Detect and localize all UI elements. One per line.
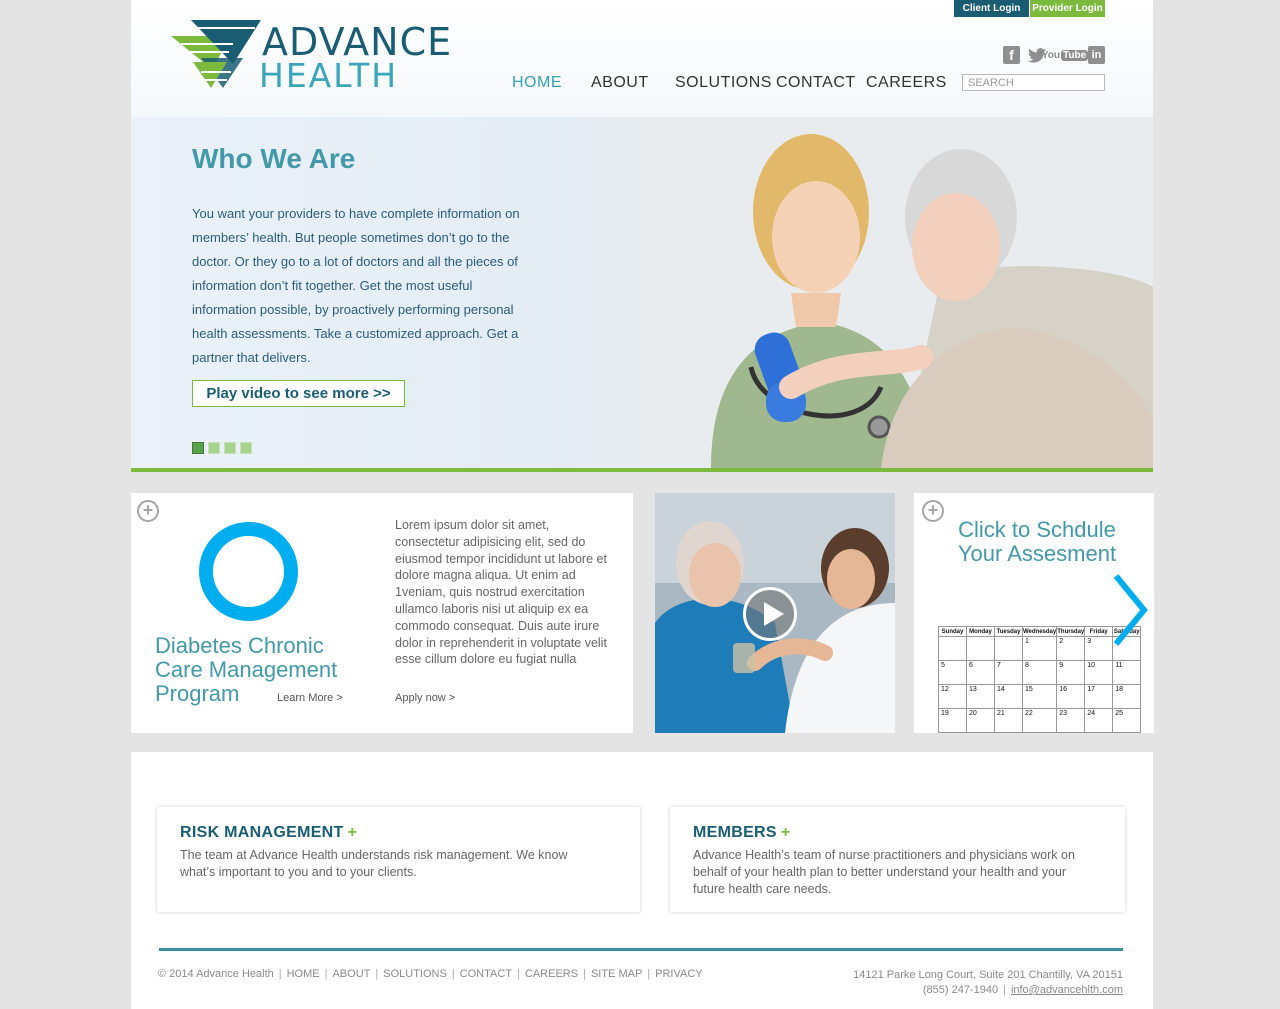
calendar-cell[interactable]: 9 bbox=[1056, 660, 1086, 685]
members-heading[interactable]: MEMBERS + bbox=[693, 824, 791, 842]
nav-solutions[interactable]: SOLUTIONS bbox=[675, 74, 772, 92]
calendar-cell[interactable]: 22 bbox=[1021, 708, 1058, 733]
provider-login-button[interactable]: Provider Login bbox=[1030, 0, 1105, 17]
facebook-icon[interactable]: f bbox=[1003, 46, 1020, 64]
hero-divider bbox=[131, 468, 1153, 472]
schedule-title[interactable]: Click to Schdule Your Assesment bbox=[950, 518, 1124, 566]
logo-mark[interactable] bbox=[171, 18, 261, 92]
calendar-cell[interactable] bbox=[994, 636, 1023, 661]
calendar-cell[interactable]: 24 bbox=[1084, 708, 1114, 733]
members-box[interactable]: MEMBERS + Advance Health’s team of nurse … bbox=[670, 807, 1125, 912]
client-login-button[interactable]: Client Login bbox=[954, 0, 1029, 17]
play-video-button[interactable]: Play video to see more >> bbox=[192, 380, 405, 407]
play-icon[interactable] bbox=[743, 587, 797, 641]
hero-photo bbox=[561, 117, 1153, 468]
calendar-cell[interactable]: 18 bbox=[1112, 684, 1142, 709]
copyright: © 2014 Advance Health bbox=[158, 968, 274, 980]
calendar-day-header: Wednesday bbox=[1021, 626, 1058, 637]
risk-text: The team at Advance Health understands r… bbox=[180, 848, 568, 879]
footer-link-privacy[interactable]: PRIVACY bbox=[655, 968, 702, 980]
slide-dot-4[interactable] bbox=[240, 442, 252, 454]
diabetes-ring-icon bbox=[199, 522, 298, 621]
calendar-cell[interactable]: 7 bbox=[994, 660, 1023, 685]
separator: | bbox=[375, 968, 379, 980]
separator: | bbox=[517, 968, 520, 980]
apply-now-link[interactable]: Apply now > bbox=[395, 692, 455, 704]
expand-plus-icon[interactable]: + bbox=[137, 500, 159, 522]
learn-more-link[interactable]: Learn More > bbox=[277, 692, 343, 704]
calendar-cell[interactable]: 17 bbox=[1084, 684, 1114, 709]
separator: | bbox=[451, 968, 455, 980]
contact-line: (855) 247-1940 | info@advancehlth.com bbox=[853, 983, 1123, 998]
slide-dot-1[interactable] bbox=[192, 442, 204, 454]
members-title: MEMBERS bbox=[693, 824, 777, 841]
risk-title: RISK MANAGEMENT bbox=[180, 824, 344, 841]
calendar-day-header: Sunday bbox=[938, 626, 967, 637]
separator: | bbox=[647, 968, 651, 980]
footer-links: © 2014 Advance Health | HOME | ABOUT | S… bbox=[158, 968, 703, 980]
separator: | bbox=[1003, 984, 1006, 996]
calendar-day-header: Tuesday bbox=[994, 626, 1023, 637]
slide-dot-3[interactable] bbox=[224, 442, 236, 454]
plus-icon: + bbox=[347, 824, 358, 841]
calendar-cell[interactable]: 12 bbox=[938, 684, 967, 709]
linkedin-icon[interactable]: in bbox=[1088, 46, 1105, 64]
footer-contact: 14121 Parke Long Court, Suite 201 Chanti… bbox=[853, 968, 1123, 998]
hero-title: Who We Are bbox=[192, 143, 356, 174]
hero-text: You want your providers to have complete… bbox=[192, 206, 520, 365]
youtube-you: You bbox=[1041, 49, 1060, 61]
calendar-cell[interactable] bbox=[938, 636, 967, 661]
calendar-cell[interactable]: 2 bbox=[1056, 636, 1086, 661]
calendar-cell[interactable]: 16 bbox=[1056, 684, 1086, 709]
address: 14121 Parke Long Court, Suite 201 Chanti… bbox=[853, 969, 1123, 981]
risk-management-heading[interactable]: RISK MANAGEMENT + bbox=[180, 824, 357, 842]
calendar-cell[interactable]: 10 bbox=[1084, 660, 1114, 685]
calendar-day-header: Thursday bbox=[1056, 626, 1086, 637]
footer-link-solutions[interactable]: SOLUTIONS bbox=[383, 968, 447, 980]
calendar-cell[interactable]: 11 bbox=[1112, 660, 1142, 685]
calendar-cell[interactable]: 15 bbox=[1021, 684, 1058, 709]
nav-contact[interactable]: CONTACT bbox=[776, 74, 856, 92]
footer-link-about[interactable]: ABOUT bbox=[332, 968, 370, 980]
calendar-cell[interactable]: 25 bbox=[1112, 708, 1142, 733]
phone: (855) 247-1940 bbox=[922, 984, 999, 996]
footer-link-sitemap[interactable]: SITE MAP bbox=[591, 968, 642, 980]
calendar-cell[interactable]: 21 bbox=[994, 708, 1023, 733]
calendar-cell[interactable]: 23 bbox=[1056, 708, 1086, 733]
email-link[interactable]: info@advancehlth.com bbox=[1011, 984, 1123, 996]
calendar-cell[interactable]: 6 bbox=[966, 660, 995, 685]
nav-careers[interactable]: CAREERS bbox=[866, 74, 947, 92]
calendar-cell[interactable]: 1 bbox=[1021, 636, 1058, 661]
separator: | bbox=[324, 968, 328, 980]
footer-link-contact[interactable]: CONTACT bbox=[460, 968, 512, 980]
expand-plus-icon[interactable]: + bbox=[922, 500, 944, 522]
calendar-cell[interactable]: 20 bbox=[966, 708, 995, 733]
separator: | bbox=[278, 968, 282, 980]
calendar-cell[interactable]: 19 bbox=[938, 708, 967, 733]
footer-divider bbox=[159, 948, 1123, 951]
footer-link-home[interactable]: HOME bbox=[287, 968, 320, 980]
diabetes-body: Lorem ipsum dolor sit amet, consectetur … bbox=[395, 518, 607, 667]
youtube-icon[interactable]: You Tube bbox=[1042, 46, 1089, 64]
plus-icon: + bbox=[780, 824, 791, 841]
youtube-tube: Tube bbox=[1061, 49, 1089, 61]
slide-dot-2[interactable] bbox=[208, 442, 220, 454]
risk-management-box[interactable]: RISK MANAGEMENT + The team at Advance Hea… bbox=[157, 807, 640, 912]
nav-about[interactable]: ABOUT bbox=[591, 74, 649, 92]
calendar-cell[interactable] bbox=[966, 636, 995, 661]
calendar-cell[interactable]: 5 bbox=[938, 660, 967, 685]
calendar-cell[interactable]: 8 bbox=[1021, 660, 1058, 685]
chevron-right-icon[interactable] bbox=[1108, 572, 1150, 648]
search-input[interactable] bbox=[962, 74, 1105, 91]
separator: | bbox=[583, 968, 586, 980]
calendar-cell[interactable]: 13 bbox=[966, 684, 995, 709]
calendar-cell[interactable]: 14 bbox=[994, 684, 1023, 709]
logo-text-health[interactable]: HEALTH bbox=[259, 56, 398, 95]
footer-link-careers[interactable]: CAREERS bbox=[525, 968, 578, 980]
members-text: Advance Health’s team of nurse practitio… bbox=[693, 848, 1075, 896]
nav-home[interactable]: HOME bbox=[512, 74, 562, 92]
calendar-day-header: Monday bbox=[966, 626, 995, 637]
